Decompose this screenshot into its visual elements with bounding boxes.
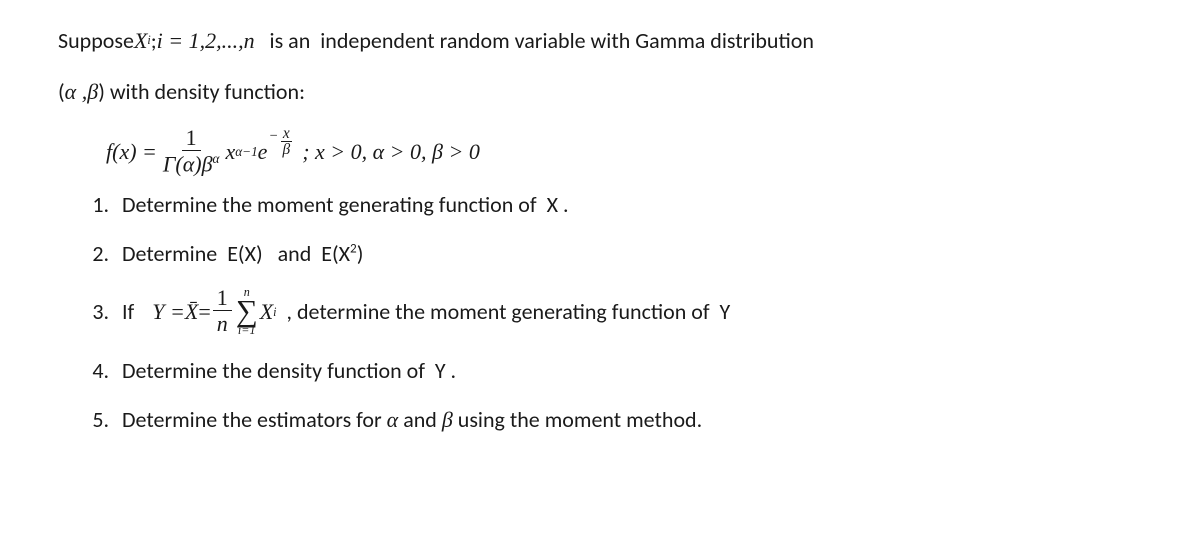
fx-exp-sign: − xyxy=(269,126,277,147)
q3-Xbar: X̄ xyxy=(185,295,198,328)
sigma-icon: ∑ xyxy=(236,298,258,326)
q3-Yeq: Y = xyxy=(152,295,185,328)
intro-var-X: X xyxy=(134,24,147,57)
fx-exp-frac-inner: x β xyxy=(281,126,293,158)
intro-paren-open: ( xyxy=(58,75,65,108)
q3-sum: n ∑ i=1 xyxy=(236,286,258,338)
fx-den1-gamma: Γ(α)β xyxy=(163,152,213,177)
fx-den1-exp: α xyxy=(213,151,220,166)
question-1-text: Determine the moment generating function… xyxy=(122,191,569,218)
q3-frac: 1 n xyxy=(213,286,232,338)
intro-alpha-beta: α ,β xyxy=(65,75,99,108)
intro-paren-close-text: ) with density function: xyxy=(98,75,305,108)
q5-b: using the moment method. xyxy=(453,406,702,433)
intro-text-1a: Suppose xyxy=(58,24,134,57)
question-2: Determine E(X) and E(X2) xyxy=(114,237,1142,270)
q3-frac-num: 1 xyxy=(213,286,232,311)
fx-e: e xyxy=(258,135,268,168)
fx-exp-frac: − x β xyxy=(269,126,294,158)
q3-Xi: X xyxy=(260,295,273,328)
q3-eq2: = xyxy=(198,295,210,328)
q5-a: Determine the estimators for xyxy=(122,406,387,433)
q5-and: and xyxy=(398,406,442,433)
question-4-text: Determine the density function of Y . xyxy=(122,357,456,384)
intro-line-2: ( α ,β ) with density function: xyxy=(58,75,1142,108)
q3-frac-den: n xyxy=(213,311,232,337)
q5-beta: β xyxy=(442,407,453,432)
fx-exp-den: β xyxy=(281,142,293,157)
question-list: Determine the moment generating function… xyxy=(58,188,1142,436)
question-2-text-b: ) xyxy=(357,240,364,267)
intro-text-1b: is an independent random variable with G… xyxy=(255,24,814,57)
density-equation: f(x) = 1 Γ(α)βα xα−1 e − x β ; x > 0, α … xyxy=(106,126,1142,178)
fx-num1: 1 xyxy=(182,126,201,151)
question-2-text-a: Determine E(X) and E(X xyxy=(122,240,350,267)
fx-lhs: f(x) = xyxy=(106,135,157,168)
q3-tail: , determine the moment generating functi… xyxy=(277,295,731,328)
q3-if: If xyxy=(122,295,134,328)
q5-alpha: α xyxy=(387,407,399,432)
question-4: Determine the density function of Y . xyxy=(114,354,1142,387)
fx-x-exp: α−1 xyxy=(235,142,257,162)
question-3: If Y = X̄ = 1 n n ∑ i=1 Xi , determine t… xyxy=(114,286,1142,338)
fx-den1: Γ(α)βα xyxy=(159,151,224,178)
fx-tail: ; x > 0, α > 0, β > 0 xyxy=(302,135,480,168)
question-5: Determine the estimators for α and β usi… xyxy=(114,403,1142,436)
fx-x: x xyxy=(225,135,235,168)
intro-line-1: Suppose X i ; i = 1,2,...,n is an indepe… xyxy=(58,24,1142,57)
intro-cond: i = 1,2,...,n xyxy=(157,24,255,57)
fx-exp-num: x xyxy=(281,126,292,142)
fx-frac1: 1 Γ(α)βα xyxy=(159,126,224,178)
q3-sum-bot: i=1 xyxy=(238,324,256,336)
question-1: Determine the moment generating function… xyxy=(114,188,1142,221)
question-2-sup: 2 xyxy=(350,240,357,257)
